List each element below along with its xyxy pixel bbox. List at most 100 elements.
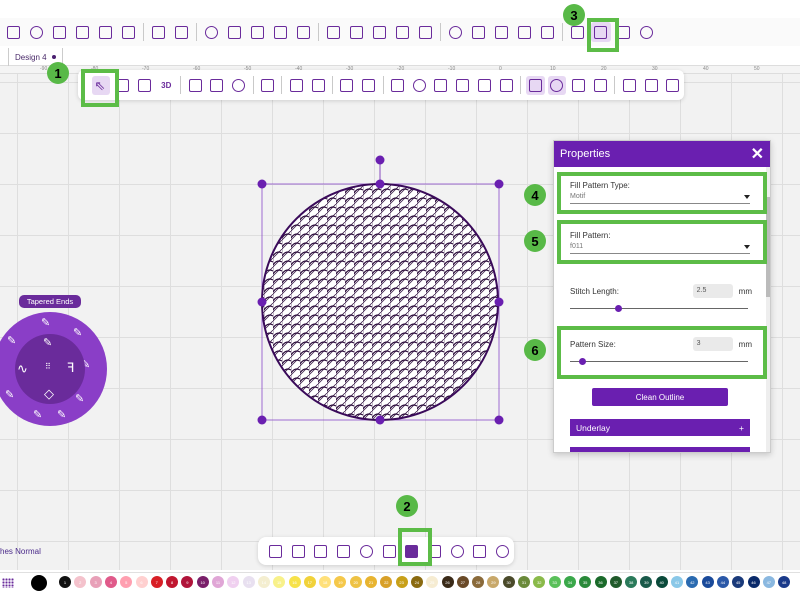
thread-color-swatch[interactable]: 39	[640, 576, 653, 588]
triple-line-icon[interactable]	[311, 541, 330, 561]
thread-color-swatch[interactable]: 45	[732, 576, 745, 588]
thread-color-swatch[interactable]: 47	[762, 576, 775, 588]
thread-color-swatch[interactable]: 32	[533, 576, 546, 588]
scissors-icon[interactable]	[73, 22, 93, 42]
compass-icon[interactable]	[637, 22, 657, 42]
resize-handle-l[interactable]	[257, 297, 267, 307]
thread-color-swatch[interactable]: 43	[701, 576, 714, 588]
text-path-icon[interactable]	[287, 76, 306, 95]
layers-icon[interactable]	[469, 22, 489, 42]
ruler-icon[interactable]	[370, 22, 390, 42]
line-icon[interactable]	[388, 76, 407, 95]
stitch-length-thumb[interactable]	[614, 305, 622, 312]
design-icon[interactable]	[4, 22, 24, 42]
thread-color-swatch[interactable]: 38	[625, 576, 638, 588]
close-icon[interactable]: ✕	[751, 144, 764, 164]
thread-color-swatch[interactable]: 44	[716, 576, 729, 588]
pencil-icon[interactable]: ✎	[7, 334, 16, 347]
thread-color-swatch[interactable]: 18	[319, 576, 332, 588]
chain-icon[interactable]	[334, 541, 353, 561]
resize-handle-br[interactable]	[494, 415, 504, 425]
resize-handle-tl[interactable]	[257, 179, 267, 189]
thread-color-swatch[interactable]: 28	[472, 576, 485, 588]
thread-color-swatch[interactable]: 4	[104, 576, 117, 588]
thread-color-swatch[interactable]: 13	[242, 576, 255, 588]
arrow-icon[interactable]	[453, 76, 472, 95]
close-icon[interactable]	[119, 22, 139, 42]
pen-icon[interactable]	[410, 76, 429, 95]
clean-outline-button[interactable]: Clean Outline	[592, 388, 728, 406]
stitch-length-input[interactable]: 2.5	[692, 284, 733, 298]
grid-icon[interactable]	[2, 578, 14, 588]
resize-handle-r[interactable]	[494, 297, 504, 307]
star-outline-icon[interactable]	[357, 541, 376, 561]
thread-color-swatch[interactable]: 27	[456, 576, 469, 588]
thread-color-swatch[interactable]: 10	[196, 576, 209, 588]
redo-icon[interactable]	[50, 22, 70, 42]
thread-color-swatch[interactable]: 8	[166, 576, 179, 588]
thread-color-swatch[interactable]: 15	[273, 576, 286, 588]
s-curve-icon[interactable]: ꟻ	[67, 360, 74, 376]
square-icon[interactable]	[324, 22, 344, 42]
thread-color-swatch[interactable]: 48	[778, 576, 791, 588]
node-select-icon[interactable]	[135, 76, 154, 95]
frame-icon[interactable]	[471, 541, 490, 561]
pencil-icon[interactable]: ✎	[33, 408, 42, 421]
hoop-icon[interactable]	[202, 22, 222, 42]
thread-color-swatch[interactable]: 22	[380, 576, 393, 588]
fill-icon[interactable]	[359, 76, 378, 95]
underlay-section-toggle[interactable]: Underlay +	[570, 419, 750, 436]
baseline-icon[interactable]	[393, 22, 413, 42]
thread-color-swatch[interactable]: 20	[349, 576, 362, 588]
thread-color-swatch[interactable]: 14	[257, 576, 270, 588]
thread-color-swatch[interactable]: 35	[579, 576, 592, 588]
clip-icon[interactable]	[337, 76, 356, 95]
thread-color-swatch[interactable]: 42	[686, 576, 699, 588]
diamond-icon[interactable]: ◇	[44, 386, 54, 402]
current-color-swatch[interactable]	[31, 575, 47, 591]
thread-color-swatch[interactable]: 41	[671, 576, 683, 588]
star-empty-icon[interactable]	[448, 541, 467, 561]
frame-icon[interactable]	[149, 22, 169, 42]
thread-color-swatch[interactable]: 31	[518, 576, 530, 588]
thread-color-swatch[interactable]: 2	[74, 576, 87, 588]
picture-icon[interactable]	[642, 76, 661, 95]
thread-color-swatch[interactable]: 11	[212, 576, 224, 588]
scatter-icon[interactable]	[497, 76, 516, 95]
thread-color-swatch[interactable]: 1	[59, 576, 71, 588]
stitch-icon[interactable]	[525, 75, 545, 95]
thread-color-swatch[interactable]: 24	[410, 576, 423, 588]
pencil-icon[interactable]: ✎	[75, 392, 84, 405]
thread-color-swatch[interactable]: 37	[609, 576, 622, 588]
pencil-icon[interactable]: ✎	[43, 336, 52, 349]
overlap-icon[interactable]	[569, 76, 588, 95]
monitor-icon[interactable]	[186, 76, 205, 95]
resize-handle-bl[interactable]	[257, 415, 267, 425]
thread-color-swatch[interactable]: 3	[89, 576, 102, 588]
pencil-icon[interactable]: ✎	[5, 388, 14, 401]
transform-icon[interactable]	[172, 22, 192, 42]
resize-handle-t[interactable]	[375, 179, 385, 189]
star-icon[interactable]	[591, 76, 610, 95]
align-icon[interactable]	[271, 22, 291, 42]
satin-line-icon[interactable]	[289, 541, 308, 561]
text-icon[interactable]	[258, 76, 277, 95]
thread-color-swatch[interactable]: 19	[334, 576, 347, 588]
thread-color-swatch[interactable]: 6	[135, 576, 148, 588]
gallery-icon[interactable]	[664, 76, 683, 95]
thread-color-swatch[interactable]: 30	[502, 576, 515, 588]
thread-color-swatch[interactable]: 12	[227, 576, 240, 588]
curve-tool-icon[interactable]	[432, 76, 451, 95]
measure-icon[interactable]	[416, 22, 436, 42]
thread-color-swatch[interactable]: 16	[288, 576, 301, 588]
thread-color-swatch[interactable]: 25	[426, 576, 439, 588]
running-stitch-icon[interactable]	[266, 541, 285, 561]
pencil-icon[interactable]: ✎	[41, 316, 50, 329]
shapes-icon[interactable]	[475, 76, 494, 95]
resize-handle-tr[interactable]	[494, 179, 504, 189]
wave-icon[interactable]: ∿	[17, 361, 28, 377]
thread-color-swatch[interactable]: 9	[181, 576, 194, 588]
next-section-toggle[interactable]	[570, 447, 750, 452]
lock-icon[interactable]	[538, 22, 558, 42]
thread-color-swatch[interactable]: 23	[395, 576, 408, 588]
